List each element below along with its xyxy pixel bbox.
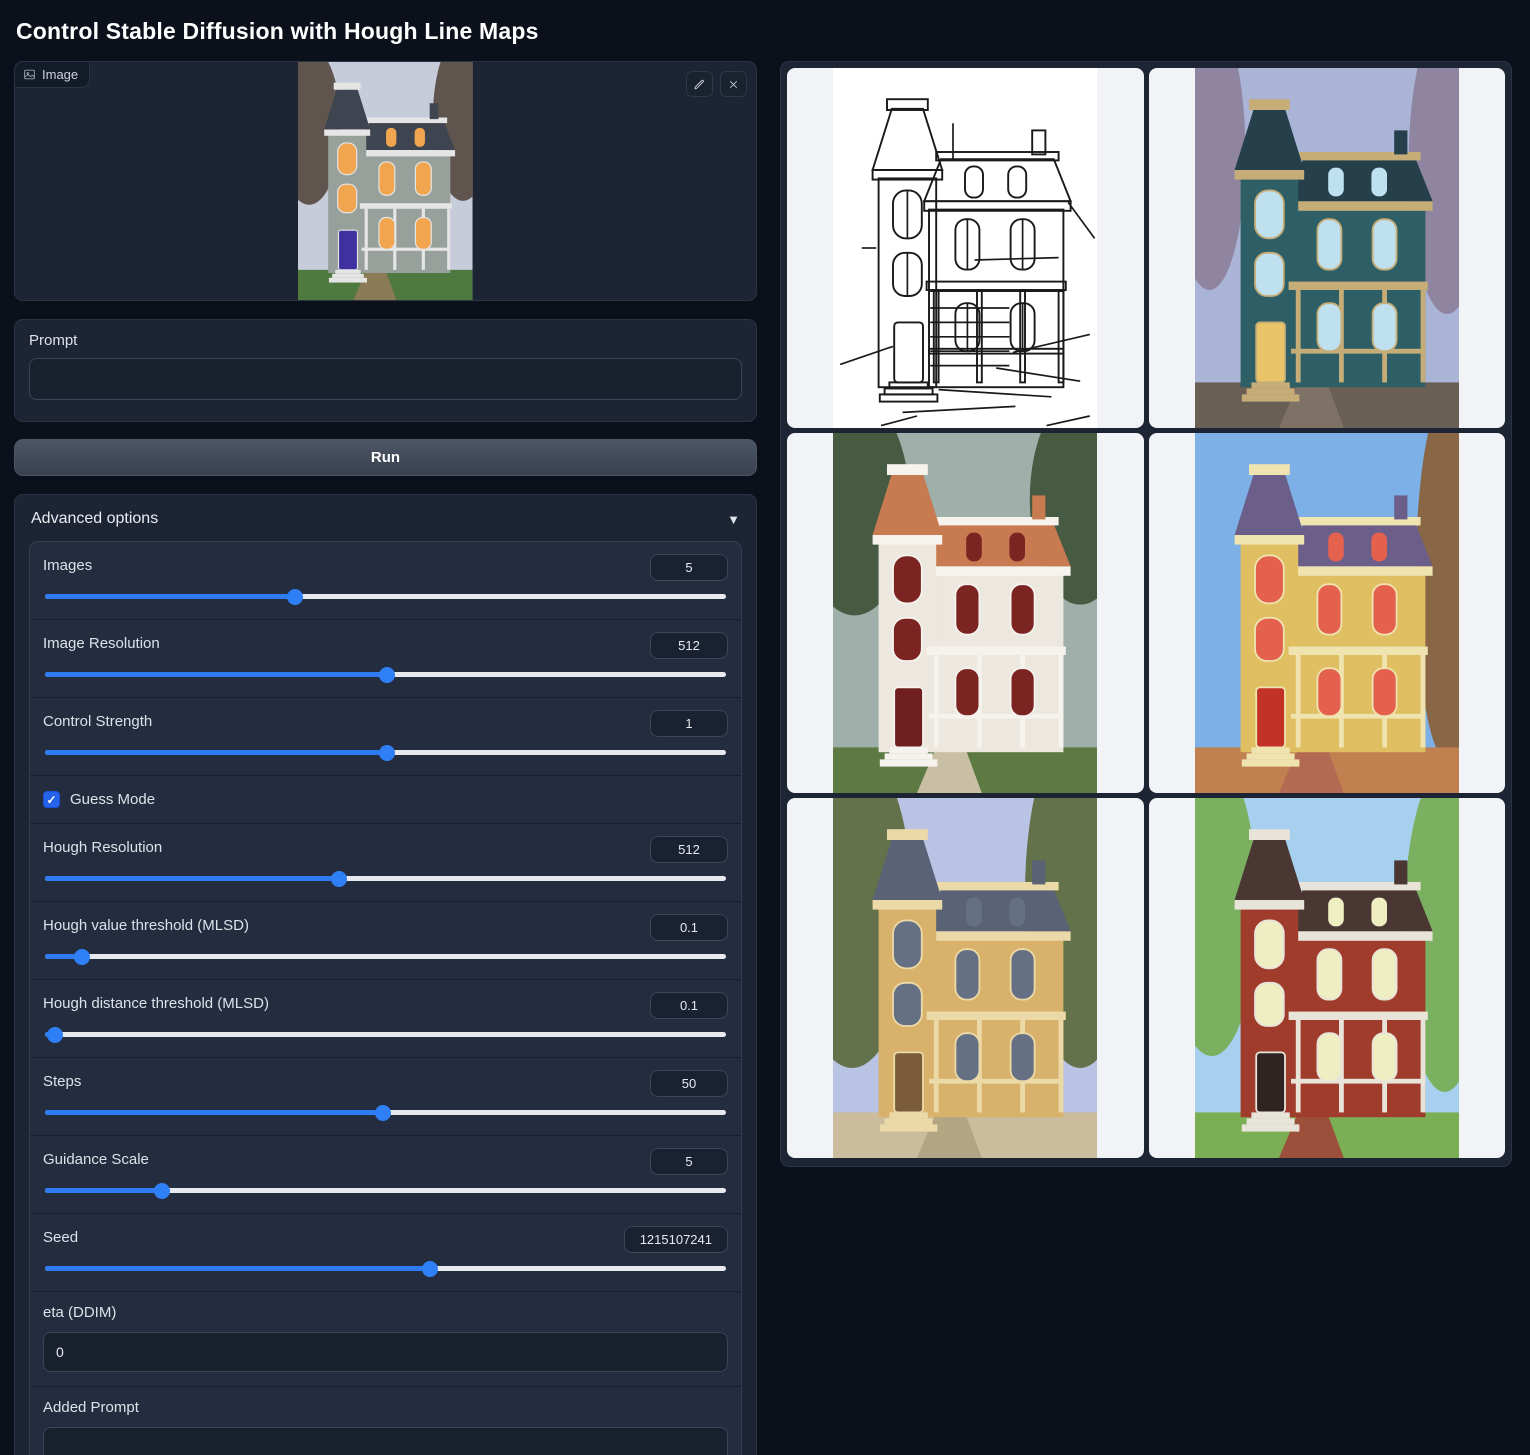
slider-label: Seed [43, 1226, 78, 1246]
slider-track[interactable] [45, 750, 726, 755]
advanced-options-header[interactable]: Advanced options ▼ [29, 495, 742, 541]
eta-input[interactable] [43, 1332, 728, 1372]
advanced-options-panel: Advanced options ▼ Images 5 [14, 494, 757, 1455]
slider-thumb[interactable] [331, 871, 347, 887]
slider-value[interactable]: 5 [650, 1148, 728, 1175]
slider-track[interactable] [45, 594, 726, 599]
slider-value[interactable]: 512 [650, 836, 728, 863]
slider-thumb[interactable] [154, 1183, 170, 1199]
image-icon [23, 68, 36, 81]
slider-value[interactable]: 512 [650, 632, 728, 659]
slider-value[interactable]: 5 [650, 554, 728, 581]
guess-mode-row: ✓ Guess Mode [30, 776, 741, 824]
clear-image-button[interactable] [720, 71, 747, 97]
slider-thumb[interactable] [379, 667, 395, 683]
prompt-input[interactable] [29, 358, 742, 400]
slider-thumb[interactable] [422, 1261, 438, 1277]
slider-row-steps: Steps 50 [30, 1058, 741, 1136]
app-root: Control Stable Diffusion with Hough Line… [0, 0, 1530, 1455]
slider-label: Image Resolution [43, 632, 160, 652]
gallery-item-1[interactable] [1149, 68, 1506, 428]
guess-mode-label: Guess Mode [70, 791, 155, 808]
gallery-item-4[interactable] [787, 798, 1144, 1158]
page-title: Control Stable Diffusion with Hough Line… [16, 18, 1512, 45]
slider-track[interactable] [45, 1266, 726, 1271]
slider-track[interactable] [45, 1032, 726, 1037]
slider-track[interactable] [45, 1110, 726, 1115]
slider-value[interactable]: 50 [650, 1070, 728, 1097]
added-prompt-row: Added Prompt [30, 1387, 741, 1455]
slider-label: Hough distance threshold (MLSD) [43, 992, 269, 1012]
slider-thumb[interactable] [379, 745, 395, 761]
slider-track[interactable] [45, 1188, 726, 1193]
output-gallery [780, 61, 1512, 1167]
close-icon [727, 78, 740, 91]
slider-value[interactable]: 0.1 [650, 992, 728, 1019]
slider-row-images: Images 5 [30, 542, 741, 620]
gallery-item-hough-map[interactable] [787, 68, 1144, 428]
slider-thumb[interactable] [287, 589, 303, 605]
slider-row-hough-resolution: Hough Resolution 512 [30, 824, 741, 902]
slider-row-image-resolution: Image Resolution 512 [30, 620, 741, 698]
slider-value[interactable]: 0.1 [650, 914, 728, 941]
advanced-options-form: Images 5 Image Resolution 512 [29, 541, 742, 1455]
prompt-panel: Prompt [14, 319, 757, 422]
slider-row-control-strength: Control Strength 1 [30, 698, 741, 776]
slider-value[interactable]: 1215107241 [624, 1226, 728, 1253]
slider-label: Hough Resolution [43, 836, 162, 856]
prompt-label: Prompt [29, 332, 742, 349]
advanced-options-title: Advanced options [31, 510, 158, 528]
slider-row-seed: Seed 1215107241 [30, 1214, 741, 1292]
input-image[interactable] [15, 62, 756, 300]
slider-label: Guidance Scale [43, 1148, 149, 1168]
guess-mode-checkbox[interactable]: ✓ [43, 791, 60, 808]
slider-label: Control Strength [43, 710, 152, 730]
added-prompt-label: Added Prompt [43, 1399, 728, 1416]
run-button[interactable]: Run [14, 439, 757, 476]
slider-track[interactable] [45, 672, 726, 677]
slider-label: Steps [43, 1070, 81, 1090]
pencil-icon [693, 78, 706, 91]
slider-row-hough-distance-threshold: Hough distance threshold (MLSD) 0.1 [30, 980, 741, 1058]
slider-row-guidance-scale: Guidance Scale 5 [30, 1136, 741, 1214]
gallery-item-3[interactable] [1149, 433, 1506, 793]
slider-track[interactable] [45, 954, 726, 959]
gallery-item-5[interactable] [1149, 798, 1506, 1158]
slider-label: Images [43, 554, 92, 574]
eta-row: eta (DDIM) [30, 1292, 741, 1387]
added-prompt-input[interactable] [43, 1427, 728, 1455]
slider-track[interactable] [45, 876, 726, 881]
input-image-panel: Image [14, 61, 757, 301]
edit-image-button[interactable] [686, 71, 713, 97]
eta-label: eta (DDIM) [43, 1304, 728, 1321]
slider-thumb[interactable] [47, 1027, 63, 1043]
image-component-label-text: Image [42, 67, 78, 82]
chevron-down-icon: ▼ [727, 512, 740, 527]
slider-row-hough-value-threshold: Hough value threshold (MLSD) 0.1 [30, 902, 741, 980]
slider-thumb[interactable] [375, 1105, 391, 1121]
gallery-item-2[interactable] [787, 433, 1144, 793]
slider-value[interactable]: 1 [650, 710, 728, 737]
slider-thumb[interactable] [74, 949, 90, 965]
slider-label: Hough value threshold (MLSD) [43, 914, 249, 934]
image-component-label: Image [15, 62, 90, 88]
